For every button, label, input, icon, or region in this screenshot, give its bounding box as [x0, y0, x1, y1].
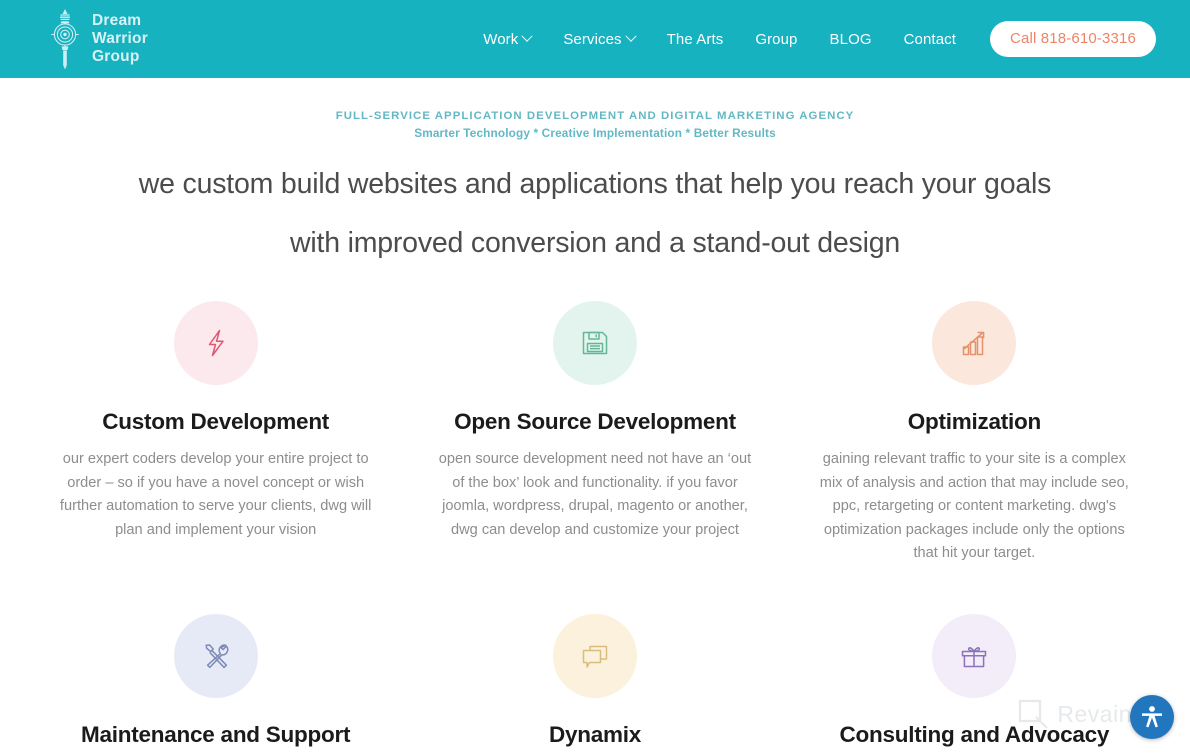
hero-subbrow: Smarter Technology * Creative Implementa… — [414, 126, 776, 140]
nav-item-blog[interactable]: BLOG — [814, 23, 888, 56]
nav-label: Group — [755, 30, 798, 48]
service-body: open source development need not have an… — [438, 451, 752, 538]
nav-label: BLOG — [829, 30, 872, 48]
service-icon-wrap — [173, 613, 258, 698]
call-phone-button[interactable]: Call 818-610-3316 — [990, 21, 1156, 57]
services-grid: Custom Development our expert coders dev… — [0, 301, 1190, 753]
vajra-mace-logo-icon — [51, 9, 79, 70]
brand-wordmark: Dream Warrior Group — [92, 12, 148, 66]
service-card-open-source-development[interactable]: Open Source Development open source deve… — [405, 301, 784, 566]
brand-logo[interactable]: Dream Warrior Group — [48, 7, 148, 71]
nav-label: Work — [483, 30, 519, 48]
service-card-maintenance-and-support[interactable]: Maintenance and Support — [26, 613, 405, 753]
nav-item-group[interactable]: Group — [739, 23, 813, 56]
service-icon-wrap — [932, 301, 1017, 385]
brand-line-2: Warrior — [92, 30, 148, 48]
service-title: Dynamix — [548, 721, 642, 747]
nav-item-work[interactable]: Work — [467, 23, 547, 56]
nav-item-the-arts[interactable]: The Arts — [651, 23, 740, 56]
service-icon-wrap — [552, 613, 637, 698]
service-icon-wrap — [173, 301, 258, 385]
hero-section: FULL-SERVICE APPLICATION DEVELOPMENT AND… — [0, 78, 1190, 257]
hero-headline-line-1: we custom build websites and application… — [138, 168, 1052, 200]
floppy-disk-save-icon — [582, 331, 608, 355]
service-card-consulting-and-advocacy[interactable]: Consulting and Advocacy — [785, 613, 1164, 753]
brand-line-1: Dream — [92, 12, 142, 30]
main-navigation: Work Services The Arts Group BLOG Contac… — [467, 21, 1156, 57]
chevron-down-icon — [521, 30, 533, 42]
service-card-custom-development[interactable]: Custom Development our expert coders dev… — [26, 301, 405, 566]
brand-line-3: Group — [92, 47, 140, 65]
service-title: Open Source Development — [454, 409, 736, 434]
nav-item-services[interactable]: Services — [547, 23, 650, 56]
service-title: Optimization — [907, 409, 1042, 434]
nav-label: Contact — [903, 30, 957, 48]
hero-headline-line-2: with improved conversion and a stand-out… — [289, 226, 901, 259]
nav-item-contact[interactable]: Contact — [888, 23, 972, 56]
nav-label: The Arts — [666, 30, 724, 48]
service-card-dynamix[interactable]: Dynamix — [405, 613, 784, 753]
service-icon-wrap — [552, 301, 637, 385]
service-title: Custom Development — [102, 409, 330, 434]
service-card-optimization[interactable]: Optimization gaining relevant traffic to… — [785, 301, 1164, 566]
lightning-bolt-icon — [208, 329, 224, 357]
chevron-down-icon — [624, 30, 637, 42]
service-body: our expert coders develop your entire pr… — [59, 451, 372, 538]
accessibility-person-icon — [1142, 706, 1162, 728]
chat-bubbles-icon — [582, 645, 608, 668]
accessibility-widget-button[interactable] — [1130, 695, 1174, 739]
gift-box-icon — [962, 646, 987, 667]
page-root: Dream Warrior Group Work Services The Ar… — [0, 0, 1190, 753]
tools-wrench-screwdriver-icon — [205, 643, 229, 668]
hero-eyebrow: FULL-SERVICE APPLICATION DEVELOPMENT AND… — [335, 110, 855, 122]
service-title: Consulting and Advocacy — [839, 721, 1110, 747]
service-icon-wrap — [932, 613, 1017, 698]
service-title: Maintenance and Support — [81, 721, 351, 747]
site-header: Dream Warrior Group Work Services The Ar… — [0, 0, 1190, 78]
service-body: gaining relevant traffic to your site is… — [819, 451, 1129, 561]
bar-chart-growth-icon — [963, 331, 985, 356]
nav-label: Services — [563, 30, 622, 48]
